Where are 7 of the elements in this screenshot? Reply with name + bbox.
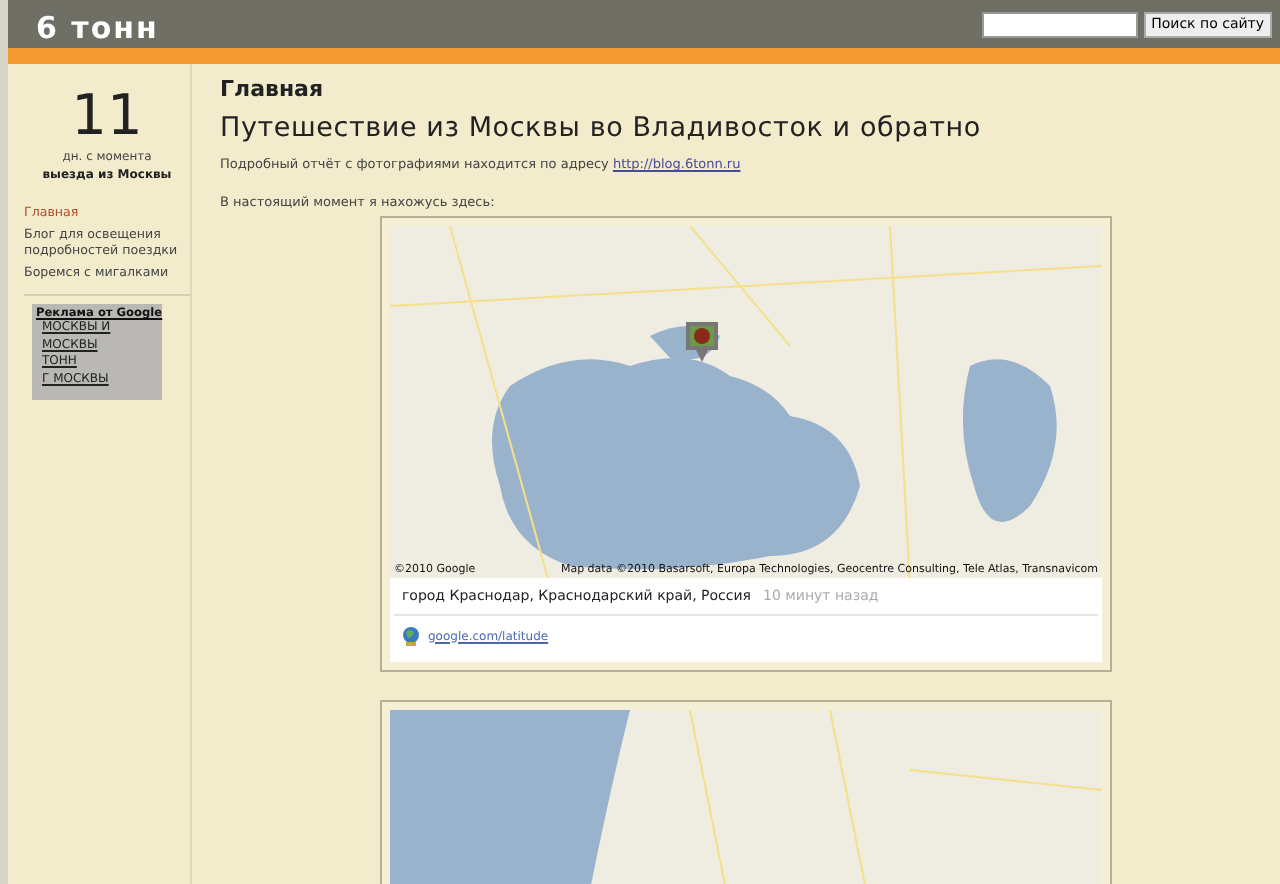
search-field[interactable] [981,11,1138,37]
section-heading: Главная [220,76,326,102]
page-title: Путешествие из Москвы во Владивосток и обратно [220,112,983,144]
globe-icon [402,626,420,646]
map-pin-icon[interactable] [686,322,718,366]
day-counter: 11 [69,88,145,144]
site-title[interactable]: 6 тонн [36,10,159,48]
